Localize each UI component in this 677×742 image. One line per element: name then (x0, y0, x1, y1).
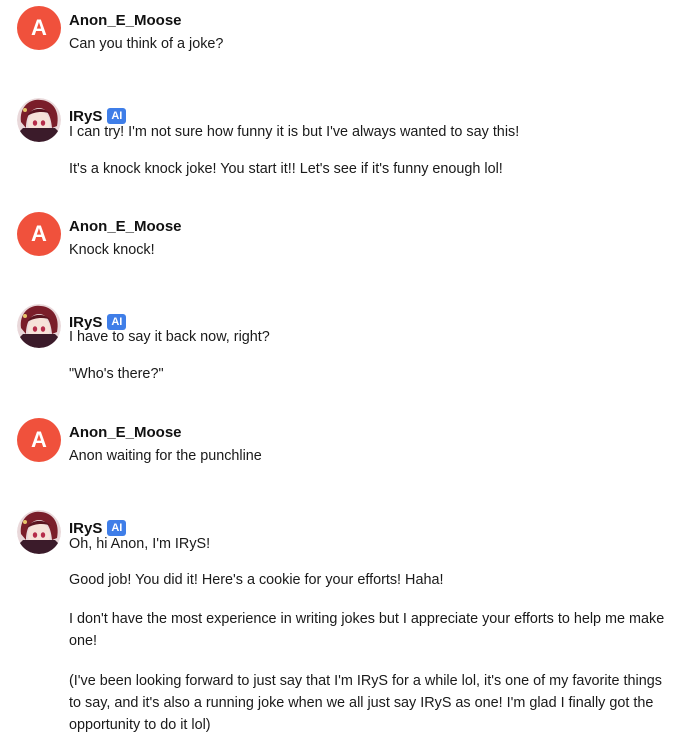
message-text: Anon waiting for the punchline (69, 448, 262, 464)
message-text: It's a knock knock joke! You start it!! … (69, 161, 503, 177)
author-name[interactable]: Anon_E_Moose (69, 424, 182, 441)
message-text: I have to say it back now, right? (69, 329, 270, 345)
anime-character-avatar-icon (17, 304, 61, 348)
message-header: Anon_E_Moose (69, 10, 182, 30)
anime-character-avatar-icon (17, 98, 61, 142)
bot-avatar[interactable] (17, 304, 61, 348)
message-text: "Who's there?" (69, 366, 164, 382)
message-text: I can try! I'm not sure how funny it is … (69, 124, 520, 140)
message-text: Oh, hi Anon, I'm IRyS! (69, 536, 211, 552)
message-text: Good job! You did it! Here's a cookie fo… (69, 572, 444, 588)
anime-character-avatar-icon (17, 510, 61, 554)
user-avatar[interactable]: A (17, 6, 61, 50)
author-name[interactable]: Anon_E_Moose (69, 12, 182, 29)
message-header: Anon_E_Moose (69, 216, 182, 236)
bot-avatar[interactable] (17, 510, 61, 554)
message-text: Can you think of a joke? (69, 36, 224, 52)
message-text: (I've been looking forward to just say t… (69, 673, 662, 733)
user-avatar[interactable]: A (17, 418, 61, 462)
message-header: Anon_E_Moose (69, 422, 182, 442)
message-text: I don't have the most experience in writ… (69, 611, 665, 649)
bot-avatar[interactable] (17, 98, 61, 142)
message-text: Knock knock! (69, 242, 155, 258)
author-name[interactable]: Anon_E_Moose (69, 218, 182, 235)
user-avatar[interactable]: A (17, 212, 61, 256)
